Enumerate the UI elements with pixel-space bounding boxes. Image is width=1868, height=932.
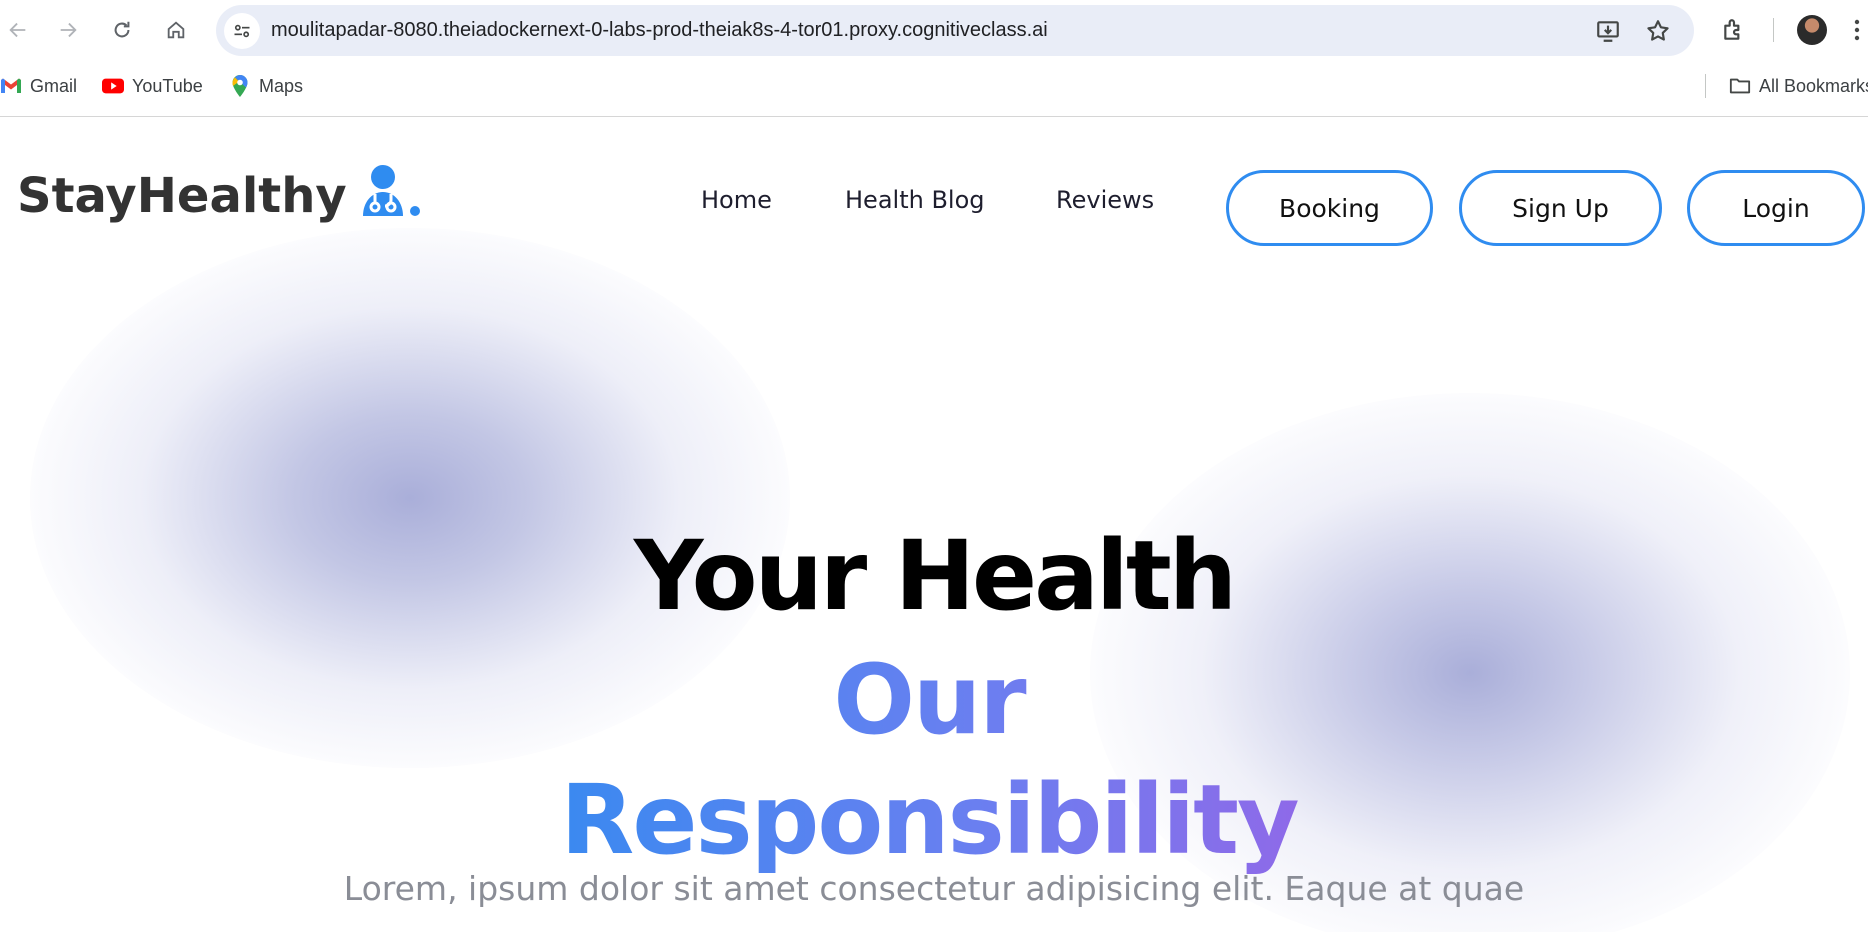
login-button[interactable]: Login	[1687, 170, 1865, 246]
menu-dots-icon[interactable]	[1846, 12, 1868, 48]
bookmarks-divider	[1705, 74, 1706, 98]
sign-up-button[interactable]: Sign Up	[1459, 170, 1662, 246]
doctor-icon	[361, 164, 421, 220]
all-bookmarks-label: All Bookmarks	[1759, 75, 1868, 96]
all-bookmarks[interactable]: All Bookmarks	[1729, 71, 1868, 101]
bookmark-star-icon[interactable]	[1643, 16, 1673, 46]
install-app-icon[interactable]	[1593, 16, 1623, 46]
toolbar-divider	[1773, 18, 1774, 42]
extensions-icon[interactable]	[1716, 12, 1752, 48]
profile-avatar[interactable]	[1797, 15, 1827, 45]
web-page: StayHealthy Home Health Blog Reviews Boo…	[0, 118, 1868, 932]
bookmark-gmail[interactable]: Gmail	[0, 71, 77, 101]
nav-reviews[interactable]: Reviews	[1056, 186, 1154, 214]
bookmark-maps[interactable]: Maps	[229, 71, 303, 101]
url-text[interactable]: moulitapadar-8080.theiadockernext-0-labs…	[271, 5, 1048, 56]
nav-health-blog[interactable]: Health Blog	[845, 186, 985, 214]
home-icon[interactable]	[158, 12, 194, 48]
logo-text: StayHealthy	[17, 168, 347, 224]
bookmark-label: Maps	[259, 75, 304, 96]
folder-icon	[1729, 75, 1751, 97]
reload-icon[interactable]	[104, 12, 140, 48]
bookmark-youtube[interactable]: YouTube	[102, 71, 203, 101]
back-icon[interactable]	[0, 12, 36, 48]
site-settings-icon[interactable]	[224, 13, 260, 49]
youtube-icon	[102, 75, 124, 97]
booking-button[interactable]: Booking	[1226, 170, 1433, 246]
hero-title-line2: Our Responsibility	[456, 640, 1402, 880]
gmail-icon	[0, 75, 22, 97]
browser-toolbar: moulitapadar-8080.theiadockernext-0-labs…	[0, 0, 1868, 117]
maps-icon	[229, 75, 251, 97]
bookmark-label: Gmail	[30, 75, 78, 96]
address-bar[interactable]: moulitapadar-8080.theiadockernext-0-labs…	[216, 5, 1694, 56]
forward-icon[interactable]	[50, 12, 86, 48]
nav-home[interactable]: Home	[701, 186, 772, 214]
site-logo[interactable]: StayHealthy	[17, 165, 421, 224]
hero-paragraph: Lorem, ipsum dolor sit amet consectetur …	[343, 869, 1525, 908]
hero-title-line1: Your Health	[633, 520, 1237, 632]
bookmark-label: YouTube	[132, 75, 203, 96]
